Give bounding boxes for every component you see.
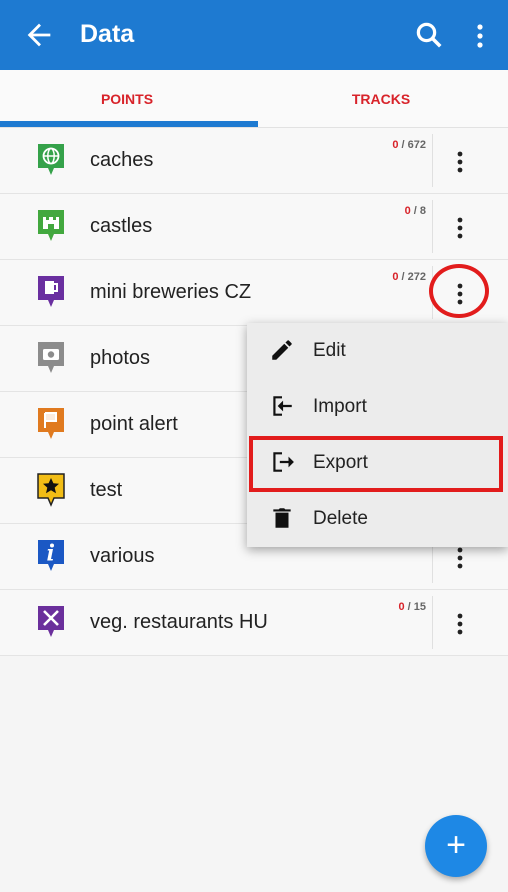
list-item-castles[interactable]: castles 0 / 8 (0, 194, 508, 260)
menu-item-label: Import (313, 396, 367, 417)
more-options-icon[interactable] (448, 608, 472, 640)
page-title: Data (80, 20, 135, 48)
list-item-name: photos (90, 347, 151, 369)
list-item-name: mini breweries CZ (90, 281, 252, 303)
item-count: 0 / 15 (398, 601, 426, 613)
divider (432, 134, 433, 187)
tab-indicator (0, 121, 258, 127)
list-item-name: point alert (90, 413, 178, 435)
globe-pin-icon (38, 144, 64, 175)
context-menu: Edit Import Export Delete (247, 323, 508, 547)
menu-item-label: Delete (313, 508, 368, 529)
more-options-icon[interactable] (448, 212, 472, 244)
overflow-menu-icon[interactable] (468, 20, 492, 52)
beer-pin-icon (38, 276, 64, 307)
tab-tracks[interactable]: TRACKS (254, 70, 508, 127)
item-count: 0 / 8 (404, 205, 426, 217)
list-item-caches[interactable]: caches 0 / 672 (0, 128, 508, 194)
info-pin-icon (38, 540, 64, 571)
item-count: 0 / 272 (392, 271, 426, 283)
list-item-name: test (90, 479, 123, 501)
back-arrow-icon[interactable] (22, 18, 56, 52)
list-item-name: castles (90, 215, 153, 237)
search-icon[interactable] (414, 20, 444, 50)
menu-item-edit[interactable]: Edit (247, 323, 508, 379)
highlight-box (249, 436, 503, 492)
flag-pin-icon (38, 408, 64, 439)
tab-points[interactable]: POINTS (0, 70, 254, 127)
more-options-icon[interactable] (448, 146, 472, 178)
add-button[interactable]: + (425, 815, 487, 877)
trash-icon (273, 508, 291, 528)
highlight-circle (429, 264, 489, 318)
restaurant-pin-icon (38, 606, 64, 637)
divider (432, 200, 433, 253)
camera-pin-icon (38, 342, 64, 373)
list-item-name: veg. restaurants HU (90, 611, 268, 633)
list-item-name: caches (90, 149, 154, 171)
import-icon (273, 396, 292, 416)
menu-item-import[interactable]: Import (247, 379, 508, 435)
tab-bar: POINTS TRACKS (0, 70, 508, 128)
list-item-name: various (90, 545, 155, 567)
item-count: 0 / 672 (392, 139, 426, 151)
plus-icon: + (446, 826, 466, 864)
menu-item-delete[interactable]: Delete (247, 491, 508, 547)
app-bar: Data (0, 0, 508, 70)
list-item-veg-restaurants[interactable]: veg. restaurants HU 0 / 15 (0, 590, 508, 656)
pencil-icon (272, 340, 292, 360)
star-pin-icon (37, 473, 65, 507)
menu-item-label: Edit (313, 340, 346, 361)
castle-pin-icon (38, 210, 64, 241)
divider (432, 596, 433, 649)
